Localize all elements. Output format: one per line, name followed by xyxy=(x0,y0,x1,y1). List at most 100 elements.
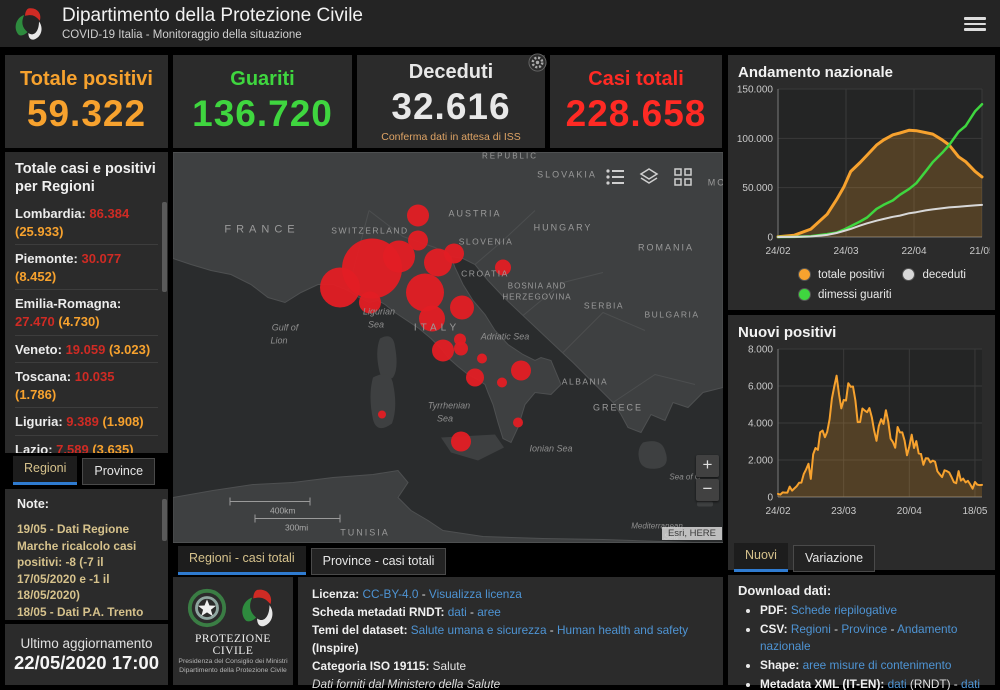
map-country-label: HERZEGOVINA xyxy=(502,293,571,302)
tab-regioni-casi-totali[interactable]: Regioni - casi totali xyxy=(178,546,306,575)
legend-icon[interactable] xyxy=(603,166,627,188)
layers-icon[interactable] xyxy=(637,166,661,188)
text: Categoria ISO 19115: xyxy=(312,658,433,673)
stat-value: 136.720 xyxy=(192,93,333,134)
map-case-bubble[interactable] xyxy=(450,295,474,320)
svg-text:150.000: 150.000 xyxy=(737,85,774,96)
andamento-chart[interactable]: 0 50.000 100.000 150.000 24/02 24/03 22/04 21/0… xyxy=(732,83,995,261)
zoom-out-button[interactable]: − xyxy=(696,479,719,501)
settings-gear-icon[interactable] xyxy=(528,53,547,72)
basemap-icon[interactable] xyxy=(671,166,695,188)
text: Licenza: xyxy=(312,587,363,601)
stat-value: 32.616 xyxy=(391,85,511,127)
stat-deceduti: Deceduti 32.616 Conferma dati in attesa … xyxy=(357,55,545,148)
region-row[interactable]: Emilia-Romagna: 27.470 (4.730) xyxy=(15,290,158,336)
map-case-bubble[interactable] xyxy=(432,339,454,362)
map-sea-label: Sea xyxy=(437,414,453,424)
region-row[interactable]: Lombardia: 86.384 (25.933) xyxy=(15,200,158,246)
map-country-label: GREECE xyxy=(593,403,643,413)
link[interactable]: Human health and safety xyxy=(557,623,688,637)
legend-item[interactable]: deceduti xyxy=(902,268,966,281)
map-case-bubble[interactable] xyxy=(378,410,386,419)
map[interactable]: REPUBLIC FRANCE SWITZERLAND AUSTRIA SLOVENIA… xyxy=(173,152,723,543)
link[interactable]: Regioni xyxy=(791,622,831,636)
map-case-bubble[interactable] xyxy=(444,243,464,264)
text: Scheda metadati RNDT: xyxy=(312,604,448,619)
map-country-label: CROATIA xyxy=(461,269,509,279)
region-row[interactable]: Piemonte: 30.077 (8.452) xyxy=(15,245,158,291)
text: Shape: xyxy=(760,658,803,673)
tab-variazione[interactable]: Variazione xyxy=(792,545,876,572)
svg-text:18/05: 18/05 xyxy=(962,506,987,517)
link[interactable]: dati xyxy=(961,677,980,690)
map-country-label: MO xyxy=(708,178,723,188)
svg-text:4.000: 4.000 xyxy=(748,419,773,430)
menu-icon[interactable] xyxy=(964,14,986,32)
nuovi-positivi-chart[interactable]: 0 2.000 4.000 6.000 8.000 24/02 23/03 20/04 18/0… xyxy=(732,343,990,521)
text: - xyxy=(887,621,898,636)
map-case-bubble[interactable] xyxy=(466,368,484,387)
dashboard: Dipartimento della Protezione Civile COV… xyxy=(0,0,1000,690)
text: - xyxy=(830,621,842,636)
link[interactable]: aree misure di contenimento xyxy=(803,658,952,672)
tab-province[interactable]: Province xyxy=(82,458,156,485)
download-item: Shape: aree misure di contenimento xyxy=(760,657,985,675)
zoom-in-button[interactable]: + xyxy=(696,455,719,477)
map-case-bubble[interactable] xyxy=(408,230,428,251)
legend-item[interactable]: dimessi guariti xyxy=(798,288,892,301)
protezione-civile-logo-icon xyxy=(242,589,273,627)
map-case-bubble[interactable] xyxy=(477,353,487,364)
text: PDF: xyxy=(760,603,791,617)
chart-title: Andamento nazionale xyxy=(738,64,894,81)
map-canvas[interactable]: REPUBLIC FRANCE SWITZERLAND AUSTRIA SLOVENIA… xyxy=(173,152,723,543)
link[interactable]: Salute umana e sicurezza xyxy=(411,623,547,637)
svg-text:24/03: 24/03 xyxy=(833,246,858,257)
link[interactable]: Visualizza licenza xyxy=(429,587,522,601)
region-row[interactable]: Veneto: 19.059 (3.023) xyxy=(15,336,158,364)
legend-label: dimessi guariti xyxy=(818,288,892,301)
region-row[interactable]: Toscana: 10.035 (1.786) xyxy=(15,363,158,409)
svg-text:0: 0 xyxy=(767,493,773,504)
map-case-bubble[interactable] xyxy=(407,204,429,227)
download-list: PDF: Schede riepilogative CSV: Regioni - … xyxy=(738,602,985,690)
svg-text:24/02: 24/02 xyxy=(765,246,790,257)
map-case-bubble[interactable] xyxy=(513,417,523,428)
tab-regioni[interactable]: Regioni xyxy=(13,456,78,485)
scrollbar[interactable] xyxy=(162,499,167,541)
map-case-bubble[interactable] xyxy=(511,360,531,381)
link[interactable]: Province xyxy=(841,622,887,636)
map-country-label: TUNISIA xyxy=(340,528,390,538)
map-tabs: Regioni - casi totali Province - casi to… xyxy=(178,546,447,575)
region-row[interactable]: Lazio: 7.589 (3.635) xyxy=(15,436,158,453)
download-item: CSV: Regioni - Province - Andamento nazi… xyxy=(760,621,985,656)
stat-label: Deceduti xyxy=(408,60,494,83)
stat-label: Casi totali xyxy=(588,68,684,90)
chart-legend: totale positivi deceduti dimessi guariti xyxy=(798,268,988,301)
map-case-bubble[interactable] xyxy=(497,377,507,388)
link[interactable]: CC-BY-4.0 xyxy=(362,587,418,601)
text: CSV: xyxy=(760,621,791,636)
region-row[interactable]: Liguria: 9.389 (1.908) xyxy=(15,408,158,436)
tab-nuovi[interactable]: Nuovi xyxy=(734,543,788,572)
map-case-bubble[interactable] xyxy=(406,273,444,312)
scrollbar[interactable] xyxy=(162,202,167,292)
tab-province-casi-totali[interactable]: Province - casi totali xyxy=(310,548,447,575)
legend-item[interactable]: totale positivi xyxy=(798,268,884,281)
map-case-bubble[interactable] xyxy=(454,341,468,356)
map-case-bubble[interactable] xyxy=(451,431,471,452)
link[interactable]: aree xyxy=(477,605,501,619)
svg-text:23/03: 23/03 xyxy=(831,506,856,517)
nuovi-tabs: Nuovi Variazione xyxy=(734,543,876,572)
download-item: Metadata XML (IT-EN): dati (RNDT) - dati… xyxy=(760,676,985,690)
link[interactable]: dati xyxy=(448,605,467,619)
stat-caption: Conferma dati in attesa di ISS xyxy=(381,130,521,143)
link[interactable]: Schede riepilogative xyxy=(791,603,897,617)
svg-text:2.000: 2.000 xyxy=(748,456,773,467)
svg-text:8.000: 8.000 xyxy=(748,345,773,356)
notes-title: Note: xyxy=(17,497,49,511)
app-subtitle: COVID-19 Italia - Monitoraggio della sit… xyxy=(62,28,302,41)
link[interactable]: dati xyxy=(888,677,907,690)
legend-dot-icon xyxy=(798,288,811,301)
legend-label: totale positivi xyxy=(818,268,885,281)
svg-text:21/05: 21/05 xyxy=(969,246,990,257)
